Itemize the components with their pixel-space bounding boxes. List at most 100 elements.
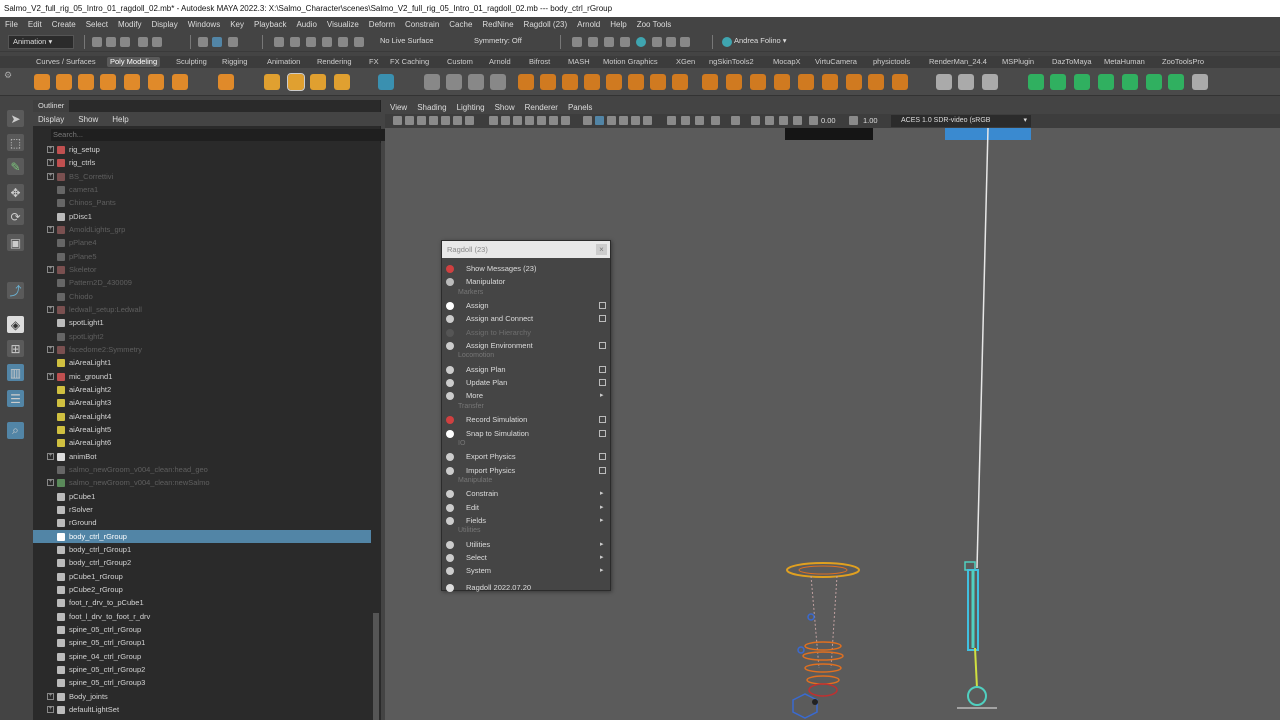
outliner-row[interactable]: + mic_ground1 (33, 370, 371, 383)
expand-icon[interactable]: + (47, 305, 54, 313)
merge-icon[interactable] (750, 74, 766, 90)
shelf-menu-icon[interactable]: ⚙ (4, 70, 16, 94)
outliner-row[interactable]: + AmoldLights_grp (33, 223, 371, 236)
magnet-icon[interactable] (354, 37, 364, 47)
option-box-icon[interactable] (599, 453, 606, 461)
menu-item-system[interactable]: System ▸ (442, 564, 610, 577)
outliner-menu-help[interactable]: Help (112, 115, 128, 124)
2d-pan-icon[interactable] (441, 116, 450, 125)
shelf-tab-ngskintools2[interactable]: ngSkinTools2 (706, 57, 757, 67)
exposure-value[interactable]: 0.00 (821, 115, 836, 127)
grease-pencil-icon[interactable] (453, 116, 462, 125)
gate-mask-icon[interactable] (513, 116, 522, 125)
outliner-row[interactable]: spine_05_ctrl_rGroup (33, 623, 371, 636)
option-box-icon[interactable] (599, 429, 606, 437)
option-box-icon[interactable] (599, 315, 606, 323)
snap-point-icon[interactable] (306, 37, 316, 47)
outliner-row[interactable]: + ledwall_setup:Ledwall (33, 303, 371, 316)
wedge-icon[interactable] (822, 74, 838, 90)
render-view-icon[interactable] (652, 37, 662, 47)
outliner-row[interactable]: + rig_setup (33, 143, 371, 156)
shelf-tab-sculpting[interactable]: Sculpting (173, 57, 210, 67)
hypershade-icon[interactable] (620, 37, 630, 47)
xray-joints-icon[interactable] (619, 116, 628, 125)
outliner-menu-show[interactable]: Show (78, 115, 98, 124)
outliner-row[interactable]: spotLight2 (33, 330, 371, 343)
hud-icon[interactable] (751, 116, 760, 125)
outliner-row[interactable]: + facedome2:Symmetry (33, 343, 371, 356)
type-icon[interactable] (378, 74, 394, 90)
shelf-tab-animation[interactable]: Animation (264, 57, 303, 67)
menu-item-snap-to-simulation[interactable]: Snap to Simulation (442, 427, 610, 440)
expand-icon[interactable]: + (47, 372, 54, 380)
four-view-icon[interactable]: ⊞ (7, 340, 24, 357)
shelf-tab-curves-surfaces[interactable]: Curves / Surfaces (33, 57, 99, 67)
single-view-icon[interactable]: ◈ (7, 316, 24, 333)
menu-audio[interactable]: Audio (291, 20, 321, 29)
last-tool-icon[interactable]: ⤴ (7, 282, 24, 299)
outliner-row[interactable]: aiAreaLight3 (33, 396, 371, 409)
shelf-tab-fx-caching[interactable]: FX Caching (387, 57, 432, 67)
bridge-icon[interactable] (540, 74, 556, 90)
tool-2-icon[interactable] (1050, 74, 1066, 90)
scale-tool-icon[interactable]: ▣ (7, 234, 24, 251)
outliner-scrollbar[interactable] (372, 143, 381, 720)
shelf-tab-physictools[interactable]: physictools (870, 57, 913, 67)
menu-create[interactable]: Create (47, 20, 81, 29)
exposure-icon[interactable] (809, 116, 818, 125)
poly-platonic-icon[interactable] (218, 74, 234, 90)
shelf-tab-zootoolspro[interactable]: ZooToolsPro (1159, 57, 1207, 67)
poke-icon[interactable] (798, 74, 814, 90)
frame-selected-icon[interactable] (765, 116, 774, 125)
menu-item-assign-and-connect[interactable]: Assign and Connect (442, 312, 610, 325)
viewport-menu-renderer[interactable]: Renderer (525, 103, 558, 112)
outliner-row[interactable]: + salmo_newGroom_v004_clean:newSalmo (33, 476, 371, 489)
menu-edit[interactable]: Edit (23, 20, 47, 29)
menu-help[interactable]: Help (605, 20, 631, 29)
menu-modify[interactable]: Modify (113, 20, 147, 29)
shelf-tab-fx[interactable]: FX (366, 57, 382, 67)
save-scene-icon[interactable] (120, 37, 130, 47)
target-weld-icon[interactable] (650, 74, 666, 90)
menu-deform[interactable]: Deform (364, 20, 400, 29)
open-scene-icon[interactable] (106, 37, 116, 47)
select-component-icon[interactable] (228, 37, 238, 47)
mirror-icon[interactable] (868, 74, 884, 90)
poly-sphere-icon[interactable] (34, 74, 50, 90)
expand-icon[interactable]: + (47, 159, 54, 167)
quad-draw-icon[interactable] (892, 74, 908, 90)
edge-loop-icon[interactable] (702, 74, 718, 90)
collapse-icon[interactable] (774, 74, 790, 90)
camera-attrs-icon[interactable] (405, 116, 414, 125)
ipr-icon[interactable] (588, 37, 598, 47)
sweep-mesh-icon[interactable] (287, 73, 305, 91)
multi-cut-icon[interactable] (628, 74, 644, 90)
viewport-menu-view[interactable]: View (390, 103, 407, 112)
xray-active-icon[interactable] (731, 116, 740, 125)
outliner-tab[interactable]: Outliner (33, 100, 70, 112)
shelf-tab-xgen[interactable]: XGen (673, 57, 698, 67)
menu-display[interactable]: Display (147, 20, 183, 29)
menu-item-manipulator[interactable]: Manipulator (442, 275, 610, 288)
lasso-tool-icon[interactable]: ⬚ (7, 134, 24, 151)
menu-item-utilities[interactable]: Utilities ▸ (442, 538, 610, 551)
arnold-render-icon[interactable] (636, 37, 646, 47)
outliner-row[interactable]: + Skeletor (33, 263, 371, 276)
shelf-tab-motion-graphics[interactable]: Motion Graphics (600, 57, 661, 67)
outliner-row[interactable]: body_ctrl_rGroup1 (33, 543, 371, 556)
shelf-tab-virtucamera[interactable]: VirtuCamera (812, 57, 860, 67)
expand-icon[interactable]: + (47, 265, 54, 273)
combine-icon[interactable] (424, 74, 440, 90)
menu-item-edit[interactable]: Edit ▸ (442, 501, 610, 514)
shelf-tab-msplugin[interactable]: MSPlugin (999, 57, 1037, 67)
separate-icon[interactable] (446, 74, 462, 90)
persp-outliner-icon[interactable]: ▥ (7, 364, 24, 381)
uv-editor-icon[interactable] (958, 74, 974, 90)
viewport-menu-shading[interactable]: Shading (417, 103, 446, 112)
expand-icon[interactable]: + (47, 172, 54, 180)
menu-constrain[interactable]: Constrain (400, 20, 444, 29)
tool-1-icon[interactable] (1028, 74, 1044, 90)
menu-cache[interactable]: Cache (444, 20, 477, 29)
rotate-tool-icon[interactable]: ⟳ (7, 208, 24, 225)
menu-set-dropdown[interactable]: Animation ▾ (8, 35, 74, 49)
